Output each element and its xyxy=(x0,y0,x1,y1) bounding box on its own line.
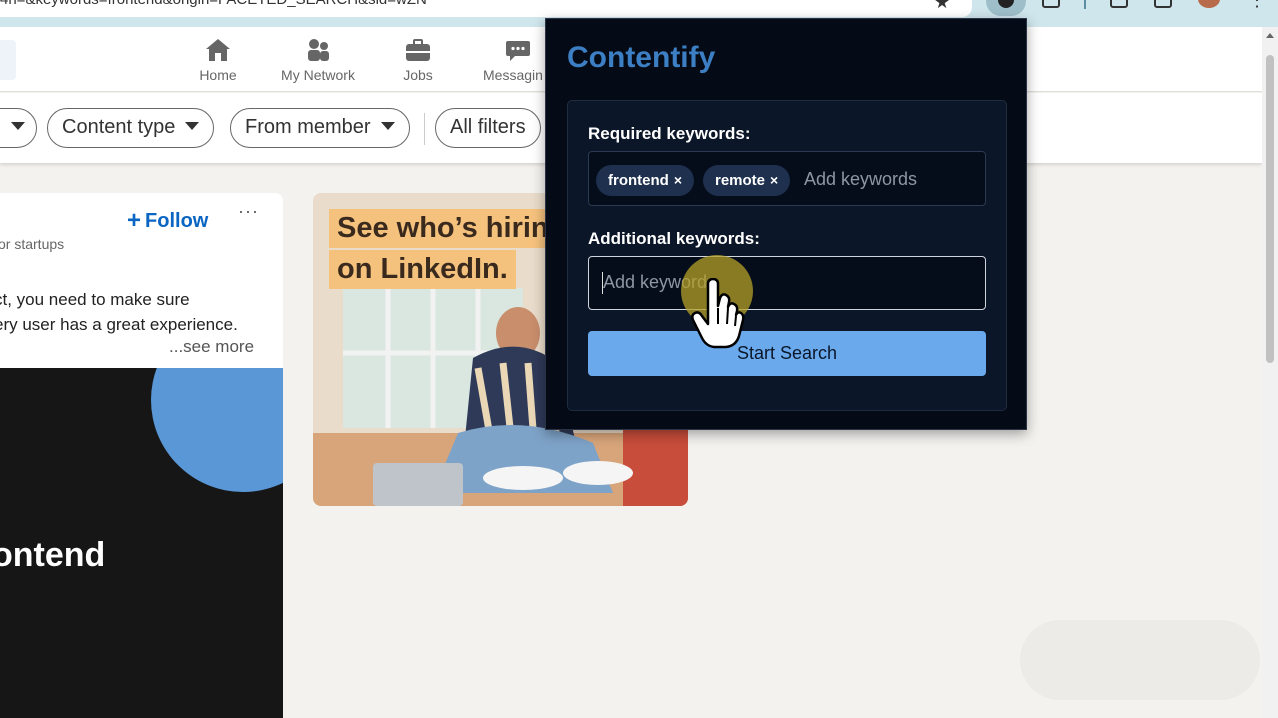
keyword-form: Required keywords: frontend × remote × Add… xyxy=(567,100,1007,411)
ad-headline-line2: on LinkedIn. xyxy=(329,250,516,289)
address-bar[interactable]: 4n=&keywords=frontend&origin=FACETED_SEA… xyxy=(0,0,972,17)
plus-icon: + xyxy=(127,207,142,234)
chevron-down-icon xyxy=(185,122,200,130)
nav-my-network-label: My Network xyxy=(281,67,355,83)
required-keywords-input[interactable]: Add keywords xyxy=(804,169,917,190)
post-image[interactable]: ontend xyxy=(0,368,283,718)
chip-label: remote xyxy=(715,172,766,189)
keyword-chip-remote: remote × xyxy=(703,165,791,196)
nav-jobs-label: Jobs xyxy=(403,67,433,83)
filter-content-type[interactable]: Content type xyxy=(47,108,215,148)
post-text-line: ct, you need to make sure xyxy=(0,290,190,309)
all-filters-label: All filters xyxy=(450,116,526,138)
network-icon xyxy=(308,39,329,61)
ad-headline-line1: See who’s hiring xyxy=(329,209,575,248)
background-blur xyxy=(1020,620,1260,700)
filter-from-member-label: From member xyxy=(245,116,371,138)
post-card: + Follow ··· or startups ct, you need to … xyxy=(0,193,283,718)
chrome-menu-icon[interactable]: ⋮ xyxy=(1248,0,1266,11)
additional-keywords-input[interactable]: Add keywords xyxy=(588,256,986,310)
follow-label: Follow xyxy=(145,210,209,232)
extension-title: Contentify xyxy=(567,41,716,74)
filter-divider xyxy=(424,113,425,145)
remove-chip-icon[interactable]: × xyxy=(770,172,778,188)
nav-my-network[interactable]: My Network xyxy=(273,27,363,92)
post-body-text: ct, you need to make sure ery user has a… xyxy=(0,287,238,337)
required-keywords-field[interactable]: frontend × remote × Add keywords xyxy=(588,151,986,206)
tab-search-icon[interactable] xyxy=(1110,0,1128,8)
nav-home[interactable]: Home xyxy=(173,27,263,92)
nav-jobs[interactable]: Jobs xyxy=(373,27,463,92)
side-panel-icon[interactable] xyxy=(1154,0,1172,8)
toolbar-separator xyxy=(1084,0,1086,9)
remove-chip-icon[interactable]: × xyxy=(674,172,682,188)
see-more-link[interactable]: ...see more xyxy=(169,337,254,357)
chevron-down-icon xyxy=(11,122,25,130)
home-icon xyxy=(206,39,230,61)
more-options-icon[interactable]: ··· xyxy=(238,201,259,222)
chip-label: frontend xyxy=(608,172,669,189)
additional-keywords-label: Additional keywords: xyxy=(588,229,760,248)
extensions-icon[interactable] xyxy=(1042,0,1060,8)
bookmark-star-icon[interactable]: ★ xyxy=(934,0,950,13)
decorative-circle xyxy=(151,368,283,492)
keyword-chip-frontend: frontend × xyxy=(596,165,695,196)
hand-pointer-cursor-icon xyxy=(691,278,745,349)
contentify-popup: Contentify Required keywords: frontend × … xyxy=(545,18,1027,430)
start-search-button[interactable]: Start Search xyxy=(588,331,986,376)
scroll-thumb[interactable] xyxy=(1266,55,1274,363)
profile-avatar[interactable] xyxy=(1198,0,1220,8)
search-input[interactable] xyxy=(0,40,16,80)
post-image-title: ontend xyxy=(0,536,106,574)
chevron-down-icon xyxy=(380,122,395,130)
follow-button[interactable]: + Follow xyxy=(127,207,208,235)
filter-pill-truncated[interactable] xyxy=(0,108,37,148)
url-text: 4n=&keywords=frontend&origin=FACETED_SEA… xyxy=(0,0,427,8)
contentify-extension-icon[interactable] xyxy=(986,0,1026,16)
page-scrollbar[interactable] xyxy=(1262,27,1278,718)
post-text-line: ery user has a great experience. xyxy=(0,315,238,334)
nav-home-label: Home xyxy=(199,67,237,83)
scroll-up-arrow-icon[interactable] xyxy=(1266,33,1274,38)
messaging-icon xyxy=(506,41,530,61)
briefcase-icon xyxy=(406,39,430,61)
required-keywords-label: Required keywords: xyxy=(588,124,751,143)
post-author-subtitle: or startups xyxy=(0,236,65,252)
filter-from-member[interactable]: From member xyxy=(230,108,410,148)
all-filters-button[interactable]: All filters xyxy=(435,108,541,148)
filter-content-type-label: Content type xyxy=(62,116,176,138)
